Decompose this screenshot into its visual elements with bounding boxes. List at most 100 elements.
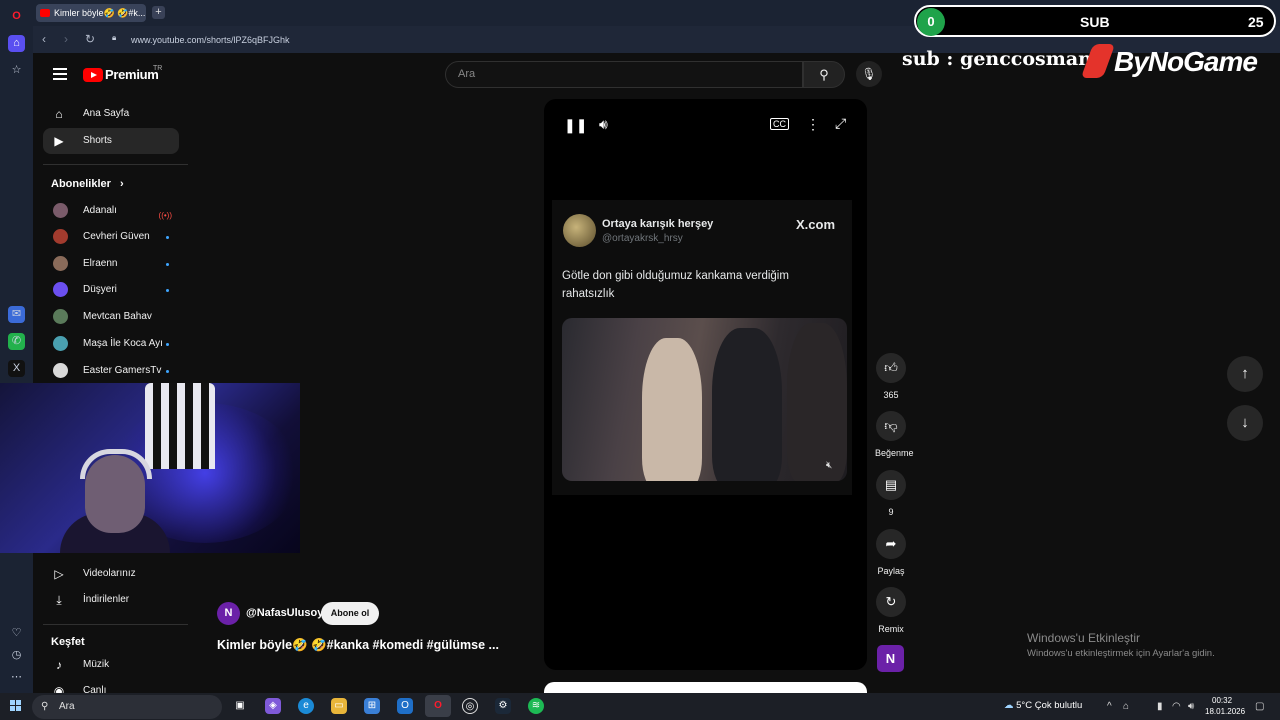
webcam-jersey	[145, 383, 215, 469]
sub-credit-text: sub : genccosman	[902, 48, 1092, 70]
weather-widget[interactable]: ☁ 5°C Çok bulutlu	[1004, 700, 1082, 711]
new-content-dot	[166, 343, 169, 346]
subscription-item[interactable]: Easter GamersTv	[51, 361, 181, 381]
store-icon[interactable]: ⊞	[364, 698, 380, 714]
steam-icon[interactable]: ⚙	[495, 698, 511, 714]
edge-icon[interactable]: e	[298, 698, 314, 714]
download-icon: ⤓	[56, 593, 62, 607]
nav-music[interactable]: ♪ Müzik	[43, 652, 179, 678]
more-icon[interactable]: ⋯	[8, 669, 25, 686]
opera-icon[interactable]: O	[425, 695, 451, 717]
volume-icon[interactable]: 🔊︎	[1188, 701, 1194, 712]
subscription-name: Easter GamersTv	[83, 365, 162, 376]
subscription-item[interactable]: Cevheri Güven	[51, 227, 181, 247]
x-icon[interactable]: X	[8, 360, 25, 377]
activation-watermark-text: Windows'u etkinleştirmek için Ayarlar'a …	[1027, 648, 1215, 659]
channel-avatar[interactable]: N	[217, 602, 240, 625]
music-icon: ♪	[56, 658, 62, 672]
remix-icon: ↻	[876, 587, 906, 617]
person-figure	[712, 328, 782, 481]
comment-count: 9	[888, 507, 894, 517]
subscribe-button[interactable]: Abone ol	[321, 602, 379, 625]
nav-your-videos[interactable]: ▷ Videolarınız	[43, 561, 179, 587]
browser-tab[interactable]: Kimler böyle🤣 🤣#k...	[36, 4, 146, 22]
sound-avatar[interactable]: N	[877, 645, 904, 672]
nav-live[interactable]: ◉ Canlı	[43, 678, 179, 693]
captions-icon[interactable]: CC	[770, 118, 789, 130]
search-button[interactable]: ⚲	[803, 61, 845, 88]
volume-icon[interactable]: 🔊︎	[599, 116, 608, 133]
youtube-logo-text[interactable]: Premium	[105, 67, 159, 82]
subscription-item[interactable]: Düşyeri	[51, 280, 181, 300]
back-icon[interactable]: ‹	[42, 32, 46, 46]
voice-search-button[interactable]: 🎙︎	[856, 61, 882, 87]
tweet-author-name: Ortaya karışık herşey	[602, 218, 714, 230]
home-icon[interactable]: ⌂	[8, 35, 25, 52]
url-field[interactable]: www.youtube.com/shorts/lPZ6qBFJGhk	[131, 35, 290, 45]
nav-downloads[interactable]: ⤓ İndirilenler	[43, 587, 179, 613]
battery-icon[interactable]: ▮	[1157, 701, 1163, 712]
previous-short-button[interactable]: ↑	[1227, 356, 1263, 392]
reload-icon[interactable]: ↻	[85, 32, 95, 46]
explore-title: Keşfet	[51, 636, 85, 648]
avatar	[53, 363, 68, 378]
tab-title: Kimler böyle🤣 🤣#k...	[54, 8, 146, 18]
opera-logo-icon[interactable]: O	[8, 8, 25, 25]
notifications-icon[interactable]: ▢	[1255, 701, 1264, 712]
outlook-icon[interactable]: O	[397, 698, 413, 714]
subscription-item[interactable]: Adanalı ((•))	[51, 201, 181, 221]
lock-icon: 🔒︎	[112, 33, 117, 42]
clock-date[interactable]: 18.01.2026	[1205, 707, 1245, 716]
forward-icon[interactable]: ›	[64, 32, 68, 46]
copilot-icon[interactable]: ◈	[265, 698, 281, 714]
menu-icon[interactable]	[53, 68, 67, 83]
subscription-item[interactable]: Mevtcan Bahav	[51, 307, 181, 327]
fullscreen-icon[interactable]: ⤢	[835, 115, 846, 132]
person-figure	[642, 338, 702, 481]
like-button[interactable]: 👍︎ 365	[875, 353, 907, 400]
subscription-item[interactable]: Elraenn	[51, 254, 181, 274]
file-explorer-icon[interactable]: ▭	[331, 698, 347, 714]
channel-handle[interactable]: @NafasUlusoy	[246, 607, 323, 619]
history-icon[interactable]: ◷	[8, 647, 25, 664]
wifi-icon[interactable]: ◠	[1172, 701, 1181, 712]
nav-divider	[43, 164, 188, 165]
whatsapp-icon[interactable]: ✆	[8, 333, 25, 350]
nav-shorts[interactable]: ▶ Shorts	[43, 128, 179, 154]
network-icon[interactable]: ⌂	[1123, 701, 1129, 712]
subscription-name: Maşa İle Koca Ayı	[83, 338, 163, 349]
remix-button[interactable]: ↻ Remix	[875, 587, 907, 634]
spotify-icon[interactable]: ≋	[528, 698, 544, 714]
subscriptions-title-label: Abonelikler	[51, 178, 111, 190]
next-short-button[interactable]: ↓	[1227, 405, 1263, 441]
subscription-item[interactable]: Maşa İle Koca Ayı	[51, 334, 181, 354]
search-input[interactable]: Ara	[445, 61, 803, 88]
thumbs-down-icon: 👎︎	[876, 411, 906, 441]
new-tab-button[interactable]: +	[152, 6, 165, 19]
windows-start-icon[interactable]	[10, 700, 22, 712]
clock-time[interactable]: 00:32	[1212, 696, 1232, 705]
more-options-icon[interactable]: ⋮	[806, 116, 820, 133]
avatar	[53, 203, 68, 218]
sub-current-count: 0	[917, 8, 945, 36]
live-icon: ((•))	[158, 211, 172, 220]
video-title[interactable]: Kimler böyle🤣 🤣#kanka #komedi #gülümse .…	[217, 638, 499, 653]
task-view-icon[interactable]: ▣	[232, 698, 248, 714]
person-figure	[787, 323, 847, 481]
heart-icon[interactable]: ♡	[8, 625, 25, 642]
taskbar-search[interactable]: ⚲ Ara	[32, 695, 222, 719]
share-button[interactable]: ➦ Paylaş	[875, 529, 907, 576]
obs-icon[interactable]: ◎	[462, 698, 478, 714]
pause-icon[interactable]: ❚❚	[564, 117, 587, 134]
subscriptions-title[interactable]: Abonelikler ›	[51, 178, 124, 190]
nav-home[interactable]: ⌂ Ana Sayfa	[43, 101, 179, 127]
pinboard-icon[interactable]: ☆	[8, 62, 25, 79]
nav-shorts-label: Shorts	[83, 135, 112, 146]
chevron-up-icon[interactable]: ^	[1107, 701, 1112, 712]
youtube-logo-icon[interactable]	[83, 68, 103, 82]
comments-button[interactable]: ▤ 9	[875, 470, 907, 517]
messenger-icon[interactable]: ✉	[8, 306, 25, 323]
video-icon: ▷	[54, 567, 64, 581]
tweet-source: X.com	[796, 217, 836, 232]
dislike-button[interactable]: 👎︎ Beğenme	[875, 411, 914, 458]
